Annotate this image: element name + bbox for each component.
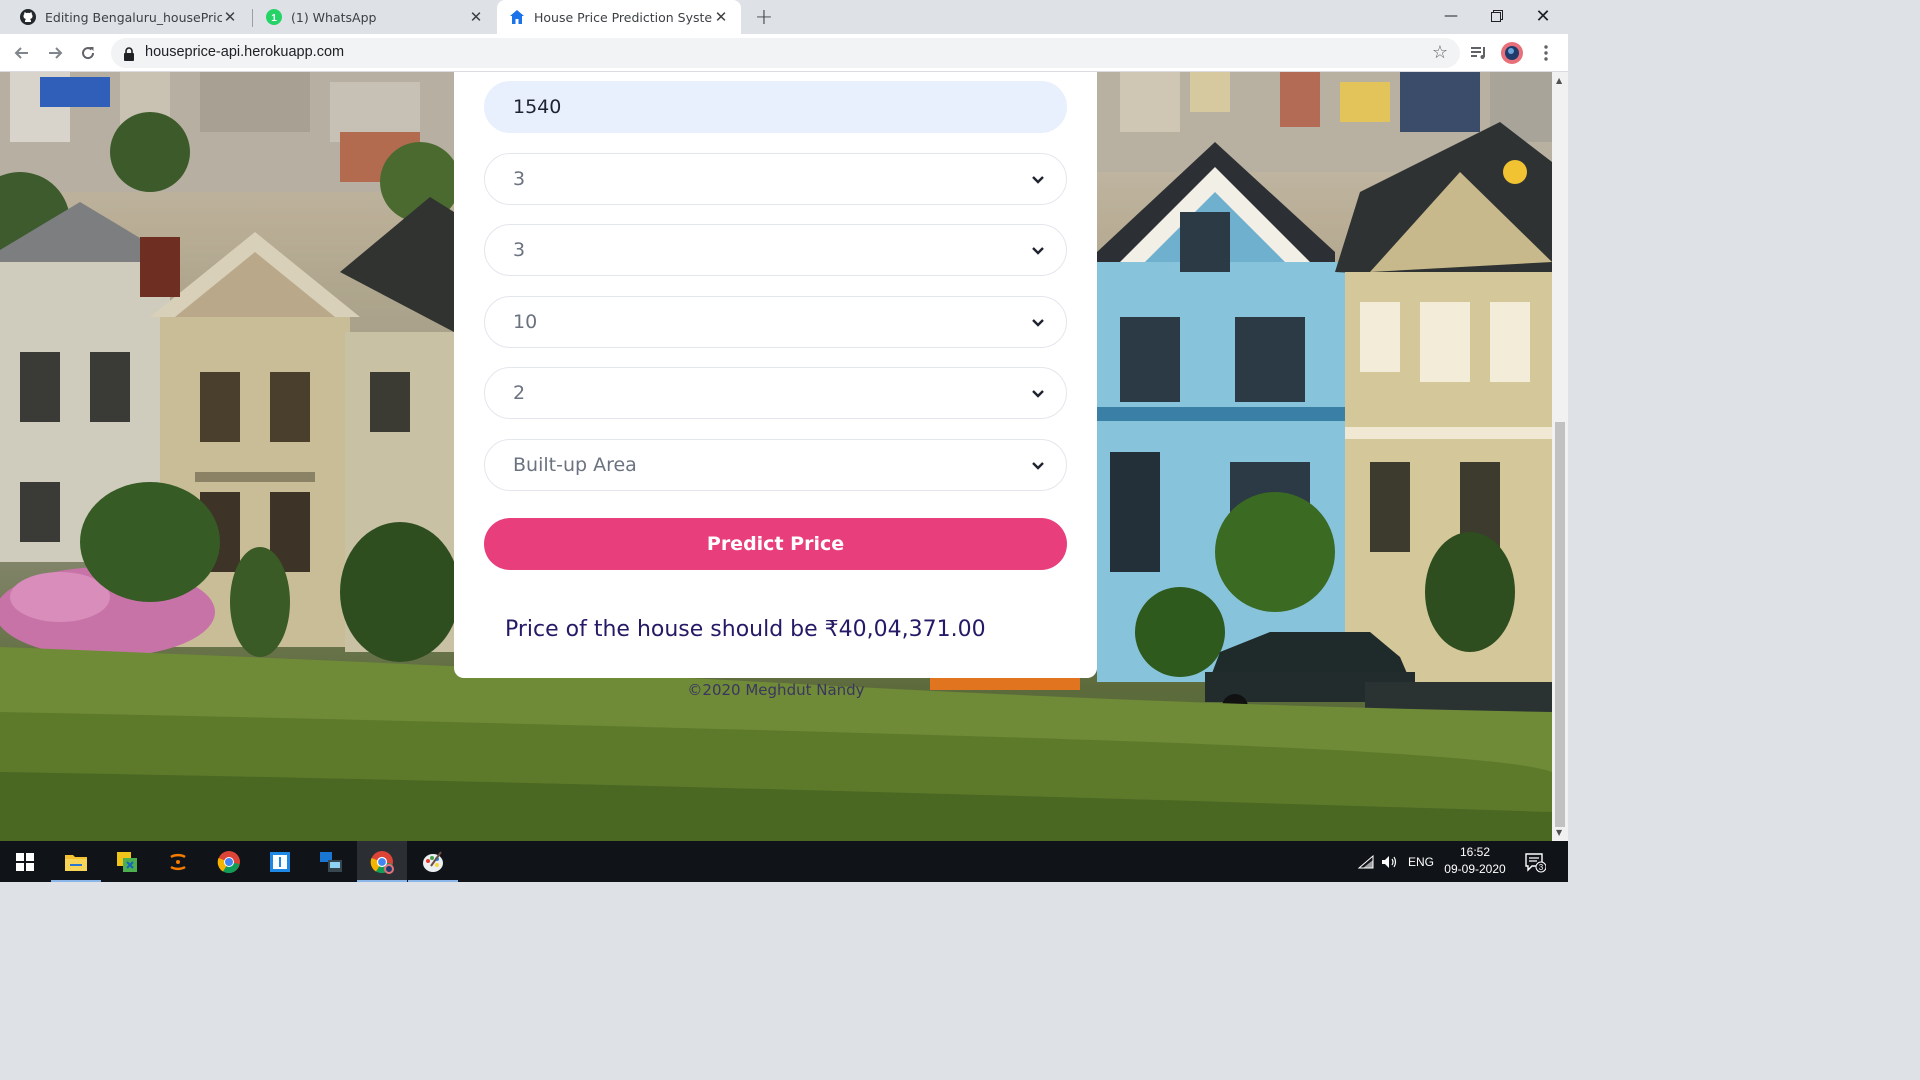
chevron-down-icon bbox=[1032, 247, 1044, 255]
new-tab-icon[interactable]: + bbox=[752, 5, 776, 30]
address-bar[interactable]: houseprice-api.herokuapp.com ☆ bbox=[111, 38, 1460, 68]
bath-select[interactable]: 3 bbox=[484, 224, 1067, 276]
language-indicator[interactable]: ENG bbox=[1408, 841, 1434, 882]
notification-center-icon[interactable]: 3 bbox=[1524, 841, 1546, 882]
area-type-placeholder: Built-up Area bbox=[513, 454, 637, 476]
predict-price-button[interactable]: Predict Price bbox=[484, 518, 1067, 570]
github-icon bbox=[20, 9, 36, 25]
tab-title: House Price Prediction System bbox=[534, 9, 713, 25]
chevron-down-icon bbox=[1032, 462, 1044, 470]
balcony-select[interactable]: 2 bbox=[484, 367, 1067, 419]
tab-title: Editing Bengaluru_housePrice_m bbox=[45, 9, 222, 25]
prediction-form-card: 1540 3 3 10 2 Built-up Area Predict Pric… bbox=[454, 72, 1097, 678]
tab-divider bbox=[252, 9, 253, 27]
house-icon bbox=[509, 9, 525, 25]
scroll-down-icon[interactable]: ▼ bbox=[1556, 828, 1562, 837]
browser-toolbar: houseprice-api.herokuapp.com ☆ bbox=[0, 34, 1568, 72]
location-value: 10 bbox=[513, 311, 538, 333]
minimize-icon[interactable]: — bbox=[1428, 0, 1474, 32]
windows-taskbar: ENG 16:52 09-09-2020 3 bbox=[0, 841, 1568, 882]
whatsapp-icon: 1 bbox=[266, 9, 282, 25]
more-menu-icon[interactable] bbox=[1534, 41, 1558, 65]
chevron-down-icon bbox=[1032, 319, 1044, 327]
sticky-app-icon[interactable] bbox=[102, 841, 152, 882]
copyright-text: ©2020 Meghdut Nandy bbox=[687, 681, 865, 699]
forward-icon[interactable] bbox=[43, 41, 67, 65]
bhk-value: 3 bbox=[513, 168, 526, 190]
page-scrollbar[interactable]: ▲ ▼ bbox=[1552, 72, 1568, 841]
notification-count: 3 bbox=[1539, 863, 1544, 872]
location-select[interactable]: 10 bbox=[484, 296, 1067, 348]
back-icon[interactable] bbox=[10, 41, 34, 65]
close-icon[interactable]: ✕ bbox=[713, 8, 729, 26]
chevron-down-icon bbox=[1032, 390, 1044, 398]
file-explorer-icon[interactable] bbox=[51, 841, 101, 882]
bookmark-star-icon[interactable]: ☆ bbox=[1432, 42, 1448, 63]
volume-icon[interactable] bbox=[1381, 841, 1399, 882]
area-sqft-value: 1540 bbox=[513, 96, 562, 118]
avatar[interactable] bbox=[1500, 41, 1524, 65]
close-window-icon[interactable]: ✕ bbox=[1520, 0, 1566, 32]
app-square-icon[interactable] bbox=[255, 841, 305, 882]
tab-strip: Editing Bengaluru_housePrice_m ✕ 1 (1) W… bbox=[0, 0, 1568, 34]
tab-whatsapp[interactable]: 1 (1) WhatsApp ✕ bbox=[254, 0, 496, 34]
balcony-value: 2 bbox=[513, 382, 526, 404]
system-clock[interactable]: 16:52 09-09-2020 bbox=[1440, 844, 1510, 878]
lock-icon bbox=[123, 46, 135, 61]
tab-house-price[interactable]: House Price Prediction System ✕ bbox=[497, 0, 741, 34]
page-viewport: 1540 3 3 10 2 Built-up Area Predict Pric… bbox=[0, 72, 1552, 841]
url-text: houseprice-api.herokuapp.com bbox=[145, 44, 345, 60]
clock-time: 16:52 bbox=[1459, 845, 1491, 859]
tab-title: (1) WhatsApp bbox=[291, 9, 377, 25]
prediction-result: Price of the house should be ₹40,04,371.… bbox=[505, 617, 986, 642]
scrollbar-thumb[interactable] bbox=[1555, 422, 1565, 827]
area-type-select[interactable]: Built-up Area bbox=[484, 439, 1067, 491]
clock-date: 09-09-2020 bbox=[1444, 862, 1506, 876]
chevron-down-icon bbox=[1032, 176, 1044, 184]
scroll-up-icon[interactable]: ▲ bbox=[1556, 76, 1562, 85]
tab-github[interactable]: Editing Bengaluru_housePrice_m ✕ bbox=[8, 0, 250, 34]
bath-value: 3 bbox=[513, 239, 526, 261]
close-icon[interactable]: ✕ bbox=[468, 8, 484, 26]
anaconda-icon[interactable] bbox=[153, 841, 203, 882]
remote-app-icon[interactable] bbox=[306, 841, 356, 882]
media-queue-icon[interactable] bbox=[1467, 41, 1491, 65]
restore-icon[interactable] bbox=[1474, 0, 1520, 32]
paint-icon[interactable] bbox=[408, 841, 458, 882]
network-icon[interactable] bbox=[1358, 841, 1374, 882]
close-icon[interactable]: ✕ bbox=[222, 8, 238, 26]
chrome-active-icon[interactable] bbox=[357, 841, 407, 882]
reload-icon[interactable] bbox=[76, 41, 100, 65]
chrome-icon[interactable] bbox=[204, 841, 254, 882]
area-sqft-input[interactable]: 1540 bbox=[484, 81, 1067, 133]
svg-text:1: 1 bbox=[271, 13, 277, 24]
bhk-select[interactable]: 3 bbox=[484, 153, 1067, 205]
windows-start-icon[interactable] bbox=[0, 841, 50, 882]
